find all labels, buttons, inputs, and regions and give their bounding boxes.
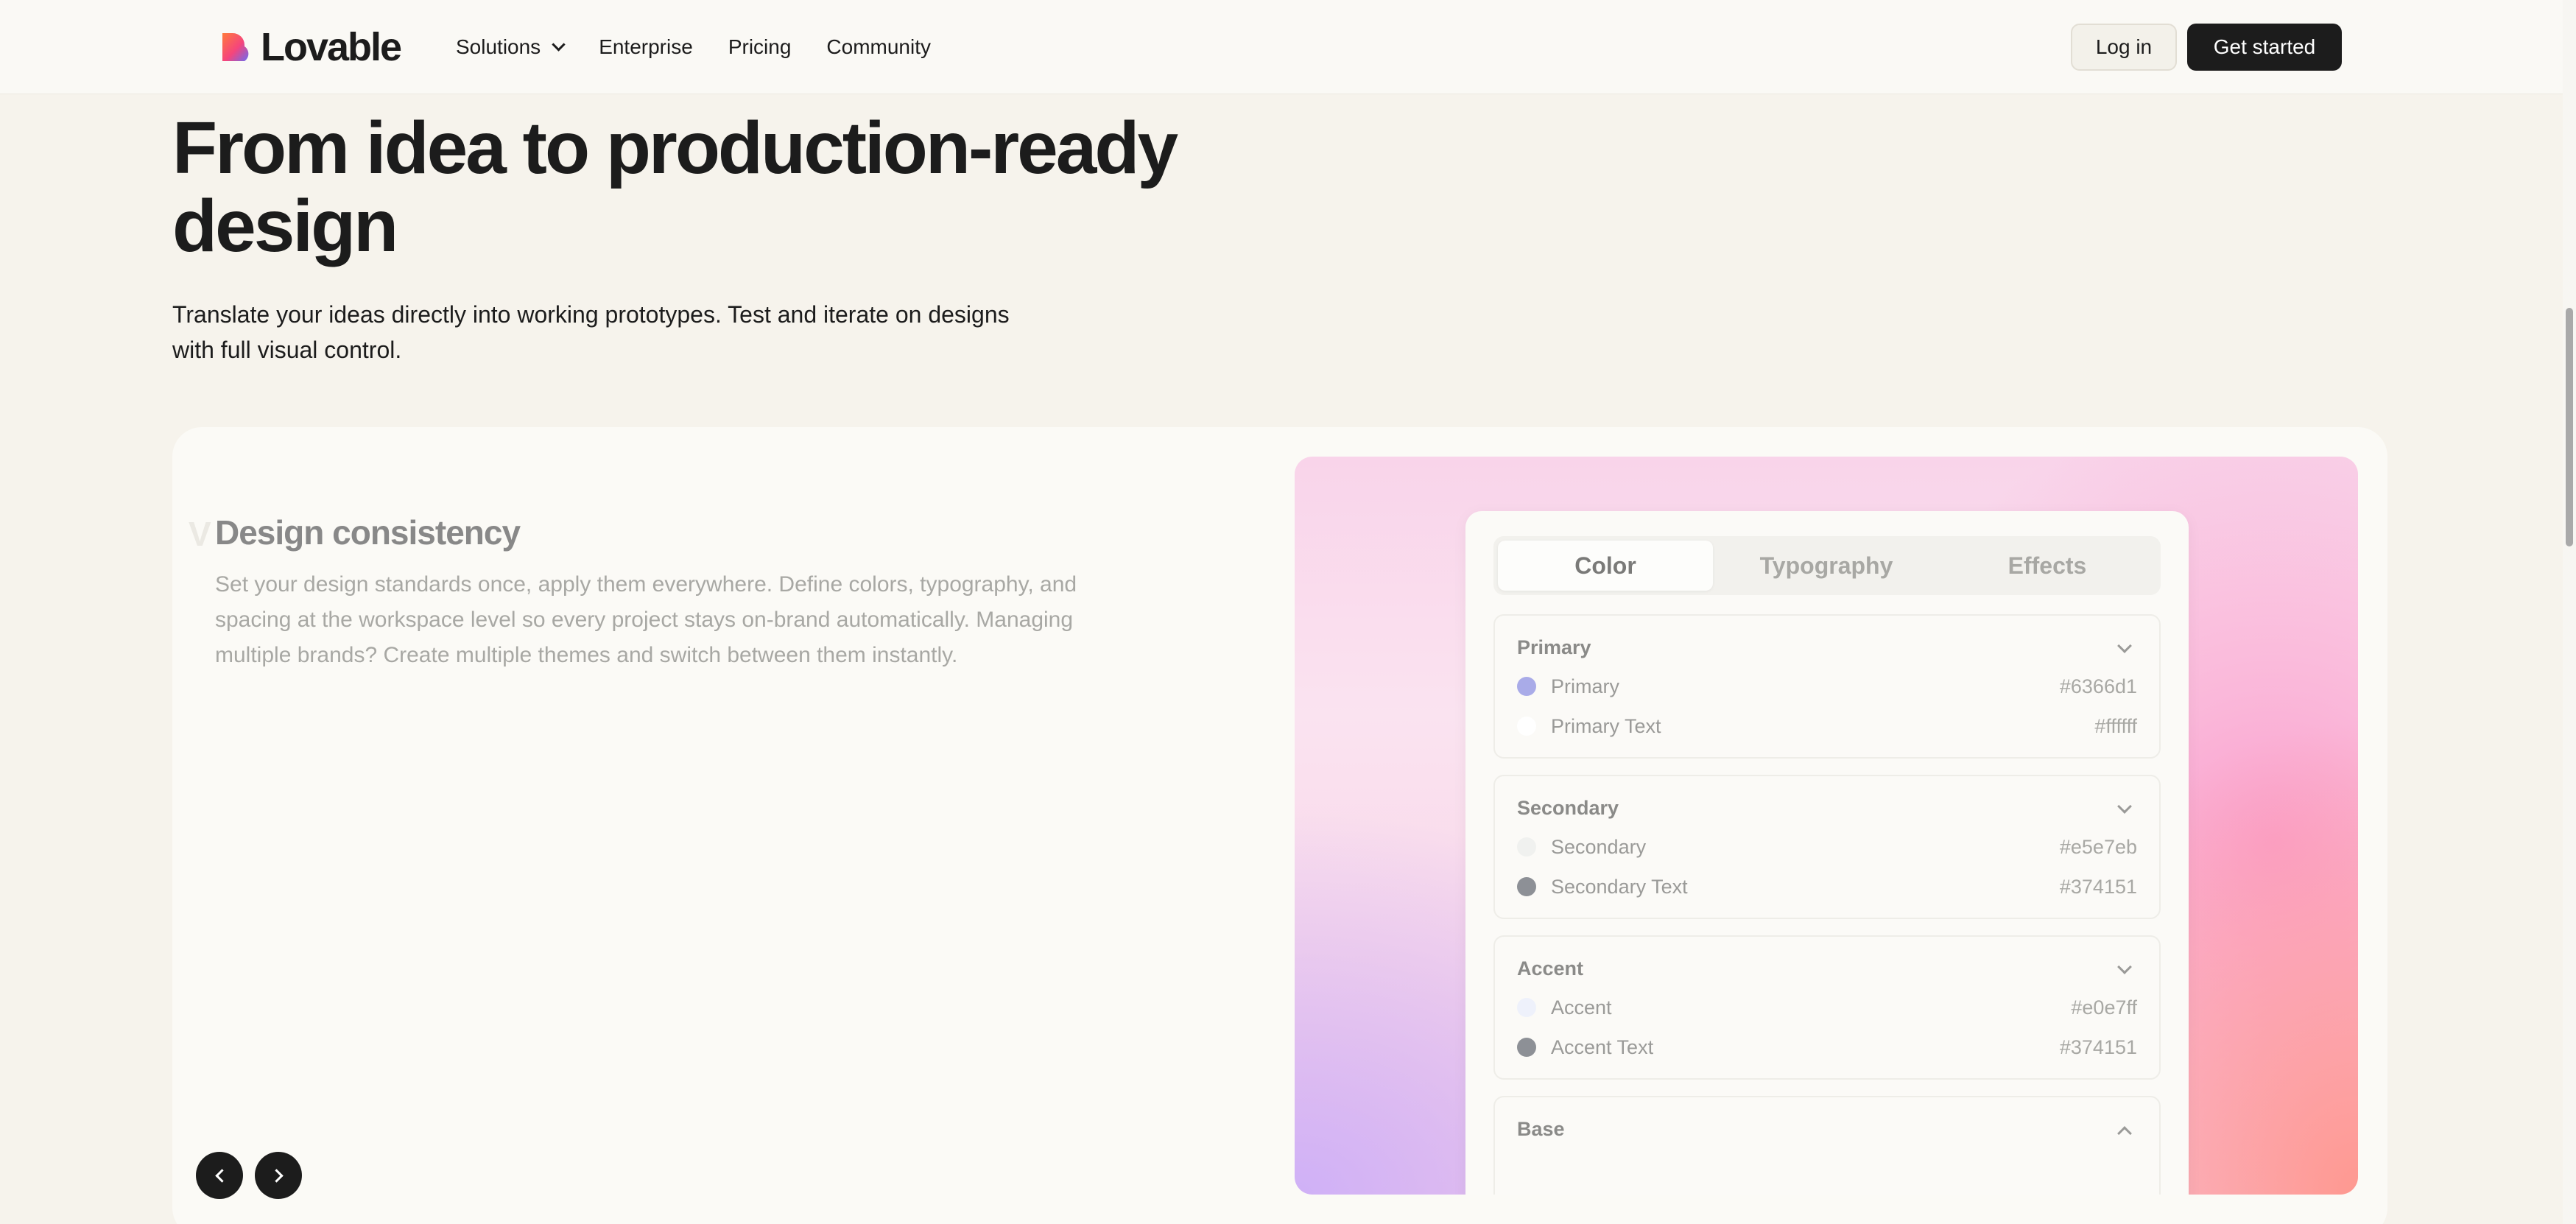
previous-slide-button[interactable] <box>196 1152 243 1199</box>
color-swatch <box>1517 677 1536 696</box>
theme-tabs: Color Typography Effects <box>1493 536 2161 595</box>
theme-settings-panel: Color Typography Effects Primary Primary… <box>1465 511 2189 1195</box>
section-title: Accent <box>1517 957 1584 979</box>
top-navbar: Lovable Solutions Enterprise Pricing Com… <box>0 0 2563 94</box>
color-swatch <box>1517 837 1536 857</box>
brand-logo[interactable]: Lovable <box>218 25 402 69</box>
section-title: Primary <box>1517 636 1591 658</box>
color-row[interactable]: Secondary #e5e7eb <box>1517 832 2137 862</box>
color-value: #e5e7eb <box>2059 835 2137 858</box>
color-value: #374151 <box>2059 1035 2137 1058</box>
nav-item-pricing[interactable]: Pricing <box>728 35 792 59</box>
nav-item-label: Solutions <box>456 35 541 58</box>
color-label: Primary Text <box>1551 714 1661 737</box>
arrow-left-icon <box>214 1168 229 1183</box>
hero-title: From idea to production-ready design <box>172 107 1178 267</box>
brand-name: Lovable <box>261 25 402 69</box>
chevron-down-icon <box>552 37 566 52</box>
color-label: Secondary <box>1551 835 1647 858</box>
color-value: #374151 <box>2059 875 2137 898</box>
section-title: Secondary <box>1517 797 1619 819</box>
scrollbar-track[interactable] <box>2563 0 2576 1224</box>
color-row[interactable]: Accent Text #374151 <box>1517 1033 2137 1062</box>
chevron-down-icon[interactable] <box>2117 799 2132 814</box>
next-slide-button[interactable] <box>255 1152 302 1199</box>
chevron-up-icon[interactable] <box>2117 1126 2132 1141</box>
lovable-logo-icon <box>222 33 249 61</box>
color-value: #6366d1 <box>2059 675 2137 697</box>
section-primary[interactable]: Primary Primary #6366d1 Primary Text #ff… <box>1493 614 2161 759</box>
color-row[interactable]: Primary #6366d1 <box>1517 672 2137 701</box>
section-accent[interactable]: Accent Accent #e0e7ff Accent Text #37415… <box>1493 935 2161 1080</box>
color-row[interactable]: Secondary Text #374151 <box>1517 872 2137 901</box>
color-swatch <box>1517 1038 1536 1057</box>
hero-subtitle: Translate your ideas directly into worki… <box>172 301 1010 363</box>
arrow-right-icon <box>269 1168 284 1183</box>
color-label: Secondary Text <box>1551 875 1688 898</box>
tab-typography[interactable]: Typography <box>1719 541 1934 591</box>
color-label: Accent <box>1551 996 1612 1019</box>
color-value: #e0e7ff <box>2071 996 2137 1019</box>
nav-item-solutions[interactable]: Solutions <box>456 35 566 59</box>
scrollbar-thumb[interactable] <box>2566 308 2573 546</box>
tab-color[interactable]: Color <box>1498 541 1713 591</box>
get-started-button[interactable]: Get started <box>2187 24 2342 71</box>
nav-links: Solutions Enterprise Pricing Community <box>456 29 966 65</box>
color-label: Primary <box>1551 675 1619 697</box>
ghost-feature-title: V <box>189 515 211 553</box>
login-button[interactable]: Log in <box>2071 24 2177 71</box>
theme-preview: Color Typography Effects Primary Primary… <box>1295 457 2358 1195</box>
nav-item-enterprise[interactable]: Enterprise <box>599 35 693 59</box>
feature-title: Design consistency <box>215 513 521 552</box>
color-row[interactable]: Accent #e0e7ff <box>1517 993 2137 1022</box>
chevron-down-icon[interactable] <box>2117 639 2132 653</box>
section-title: Base <box>1517 1118 1565 1140</box>
color-swatch <box>1517 877 1536 896</box>
color-row[interactable]: Primary Text #ffffff <box>1517 711 2137 741</box>
tab-effects[interactable]: Effects <box>1940 541 2155 591</box>
section-secondary[interactable]: Secondary Secondary #e5e7eb Secondary Te… <box>1493 775 2161 919</box>
color-swatch <box>1517 998 1536 1017</box>
color-value: #ffffff <box>2094 714 2137 737</box>
color-swatch <box>1517 717 1536 736</box>
chevron-down-icon[interactable] <box>2117 960 2132 974</box>
section-base[interactable]: Base <box>1493 1096 2161 1195</box>
color-label: Accent Text <box>1551 1035 1654 1058</box>
feature-description: Set your design standards once, apply th… <box>215 572 1077 667</box>
nav-item-community[interactable]: Community <box>826 35 931 59</box>
